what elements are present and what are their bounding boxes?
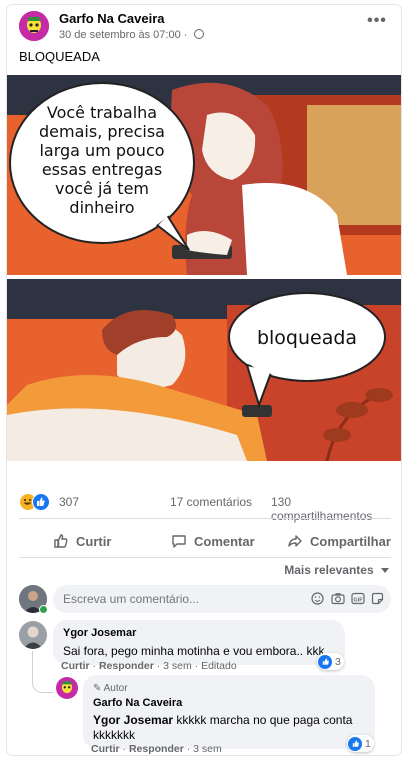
online-status-dot xyxy=(39,605,48,614)
globe-icon xyxy=(193,29,204,39)
camera-icon[interactable] xyxy=(330,591,345,606)
like-icon xyxy=(348,736,362,751)
comment-reaction-number: 3 xyxy=(335,655,341,668)
share-icon xyxy=(288,535,302,547)
share-label: Compartilhar xyxy=(310,533,391,549)
comment-reaction-count[interactable]: 3 xyxy=(317,653,344,670)
actions-bottom-divider xyxy=(19,557,391,558)
author-badge: ✎ Autor xyxy=(93,683,128,694)
post-timestamp[interactable]: 30 de setembro às 07:00 xyxy=(59,29,181,41)
reply-author-avatar[interactable] xyxy=(56,677,78,699)
post-card: Garfo Na Caveira 30 de setembro às 07:00… xyxy=(6,4,402,756)
caret-down-icon xyxy=(381,568,389,573)
meta-separator: · xyxy=(183,29,188,41)
reply-thread-line xyxy=(32,651,54,693)
like-icon xyxy=(318,654,332,669)
comment-meta: Curtir · Responder · 3 sem · Editado xyxy=(61,660,237,672)
meme-image[interactable]: Você trabalha demais, precisa larga um p… xyxy=(7,75,401,461)
comment-author[interactable]: Ygor Josemar xyxy=(63,626,335,641)
like-icon xyxy=(32,493,50,511)
reply-bubble: ✎ Autor Garfo Na Caveira Ygor Josemar kk… xyxy=(83,675,375,749)
comment-icon xyxy=(172,535,186,548)
more-options-button[interactable]: ••• xyxy=(363,13,391,37)
reply-text: Ygor Josemar kkkkk marcha no que paga co… xyxy=(93,713,353,742)
like-button[interactable]: Curtir xyxy=(53,527,111,555)
reply-age[interactable]: 3 sem xyxy=(193,743,222,755)
reply-reaction-count[interactable]: 1 xyxy=(347,735,374,752)
comment-age[interactable]: 3 sem xyxy=(163,660,192,672)
sticker-icon[interactable] xyxy=(370,591,385,606)
page-avatar[interactable] xyxy=(19,11,49,41)
comment-composer: GIF xyxy=(19,585,391,615)
post-text: BLOQUEADA xyxy=(19,49,100,64)
commenter-avatar[interactable] xyxy=(19,621,47,649)
comment-text: Sai fora, pego minha motinha e vou embor… xyxy=(63,644,325,658)
pencil-icon: ✎ xyxy=(93,683,102,694)
thumbs-up-icon xyxy=(54,534,68,548)
reply-author[interactable]: Garfo Na Caveira xyxy=(93,696,365,711)
comment-label: Comentar xyxy=(194,533,255,549)
meme-bottom-caption: bloqueada xyxy=(256,327,358,349)
reply-mention[interactable]: Ygor Josemar xyxy=(93,713,173,727)
composer-icons: GIF xyxy=(310,591,385,606)
post-header: Garfo Na Caveira 30 de setembro às 07:00… xyxy=(17,11,393,43)
comments-count[interactable]: 17 comentários xyxy=(170,495,252,509)
page-name[interactable]: Garfo Na Caveira xyxy=(59,11,165,26)
reply-meta: Curtir · Responder · 3 sem xyxy=(91,743,222,755)
comment-edited: Editado xyxy=(201,660,237,672)
reaction-icons[interactable] xyxy=(19,493,53,511)
post-meta: 30 de setembro às 07:00 · xyxy=(59,29,204,41)
meme-top-caption: Você trabalha demais, precisa larga um p… xyxy=(39,103,165,217)
comment-reply-link[interactable]: Responder xyxy=(99,660,154,672)
comment-like-link[interactable]: Curtir xyxy=(61,660,90,672)
comment-bubble: Ygor Josemar Sai fora, pego minha motinh… xyxy=(53,620,345,665)
reply-like-link[interactable]: Curtir xyxy=(91,743,120,755)
comment-sort-dropdown[interactable]: Mais relevantes xyxy=(284,563,389,577)
gif-icon[interactable]: GIF xyxy=(350,591,365,606)
reply-reaction-number: 1 xyxy=(365,737,371,750)
actions-top-divider xyxy=(19,518,391,519)
post-actions: Curtir Comentar Compartilhar xyxy=(19,527,391,555)
like-label: Curtir xyxy=(76,533,112,549)
share-button[interactable]: Compartilhar xyxy=(287,527,391,555)
svg-text:GIF: GIF xyxy=(353,597,363,603)
emoji-icon[interactable] xyxy=(310,591,325,606)
sort-label: Mais relevantes xyxy=(284,563,374,577)
reactions-summary: 307 17 comentários 130 compartilhamentos xyxy=(19,493,391,523)
reactions-count[interactable]: 307 xyxy=(59,495,79,509)
reply-reply-link[interactable]: Responder xyxy=(129,743,184,755)
comment-button[interactable]: Comentar xyxy=(171,527,255,555)
